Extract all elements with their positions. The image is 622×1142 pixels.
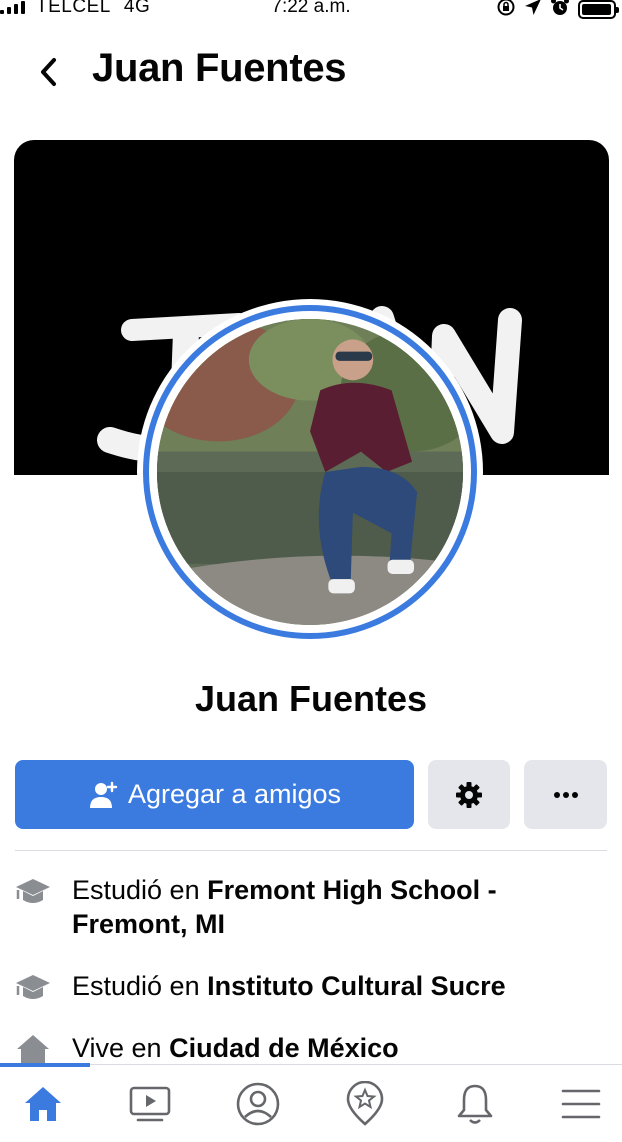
more-options-button[interactable] [524,760,607,829]
profile-icon [236,1082,280,1126]
nav-active-indicator [0,1063,90,1067]
intro-item-education-1: Estudió en Fremont High School - Fremont… [14,873,609,941]
chevron-left-icon [41,58,56,86]
bottom-nav [0,1063,622,1142]
intro-item-education-2: Estudió en Instituto Cultural Sucre [14,969,609,1007]
nav-pages[interactable] [335,1077,395,1131]
nav-profile[interactable] [228,1077,288,1131]
profile-header: Juan Fuentes [0,40,622,104]
profile-avatar[interactable] [137,299,483,645]
menu-icon [561,1089,601,1119]
add-friend-button[interactable]: Agregar a amigos [15,760,414,829]
profile-name: Juan Fuentes [194,678,428,719]
back-button[interactable] [28,50,68,94]
nav-home[interactable] [13,1077,73,1131]
status-icons [496,0,619,22]
intro-text: Vive en Ciudad de México [72,1031,399,1065]
intro-prefix: Estudió en [72,875,200,905]
status-bar: TELCEL 4G 7:22 a.m. [0,0,622,24]
intro-prefix: Estudió en [72,971,200,1001]
add-friend-label: Agregar a amigos [127,779,342,809]
battery-level [582,4,611,15]
city-link[interactable]: Ciudad de México [169,1033,399,1063]
watch-icon [129,1086,171,1122]
alarm-icon [550,0,570,22]
bell-icon [457,1084,493,1124]
school-link[interactable]: Instituto Cultural Sucre [207,971,506,1001]
home-icon [25,1087,61,1121]
settings-button[interactable] [428,760,510,829]
section-divider [15,850,607,851]
gear-icon [456,781,482,808]
nav-menu[interactable] [551,1077,611,1131]
page-title: Juan Fuentes [92,46,347,90]
nav-watch[interactable] [120,1077,180,1131]
add-person-icon [89,781,118,808]
more-dots-icon [553,791,578,798]
battery-icon [578,0,619,19]
orientation-lock-icon [496,0,516,22]
nav-notifications[interactable] [445,1077,505,1131]
intro-text: Estudió en Instituto Cultural Sucre [72,969,506,1003]
intro-text: Estudió en Fremont High School - Fremont… [72,873,609,941]
education-cap-icon [16,975,50,999]
intro-prefix: Vive en [72,1033,162,1063]
avatar-photo [157,319,463,625]
location-arrow-icon [524,0,542,21]
pages-icon [346,1081,384,1126]
education-cap-icon [16,879,50,903]
avatar-story-ring [143,305,477,639]
